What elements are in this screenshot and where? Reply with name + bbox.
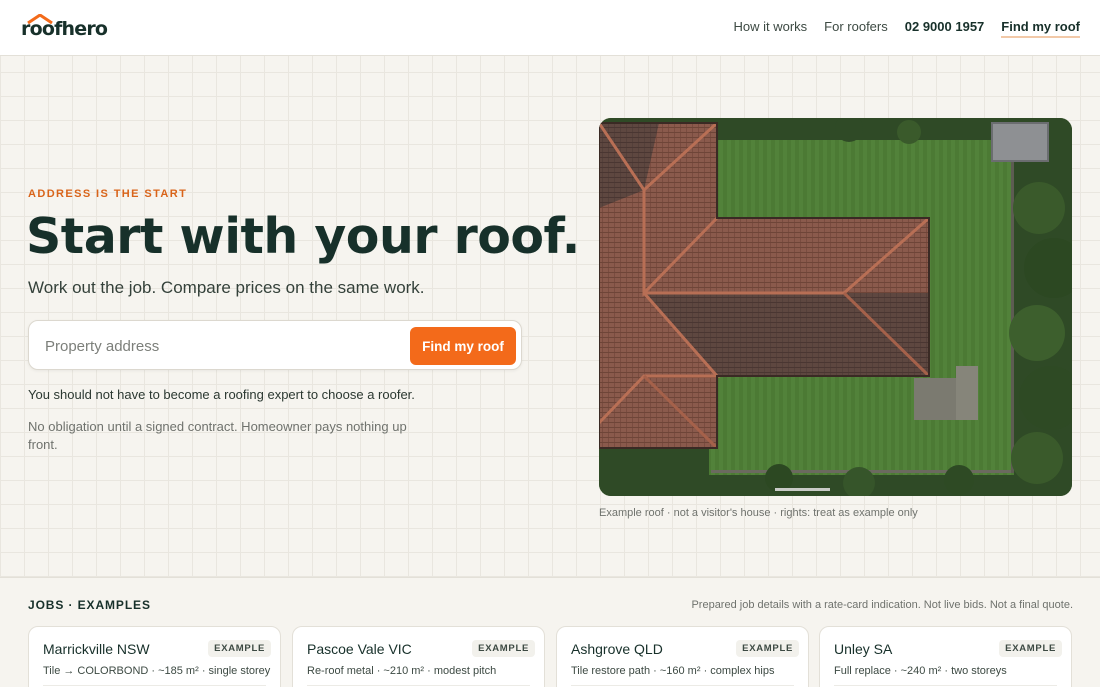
job-detail: Re-roof metal · ~210 m² · modest pitch — [307, 665, 497, 677]
hero-tagline: You should not have to become a roofing … — [28, 387, 415, 402]
job-card-divider — [307, 685, 530, 686]
job-detail: Tile → COLORBOND · ~185 m² · single stor… — [43, 665, 271, 677]
aerial-roof-illustration — [599, 118, 1072, 496]
hero-headline: Start with your roof. — [26, 208, 580, 265]
example-roof-aerial-image — [599, 118, 1072, 496]
roofhero-logo[interactable]: roofhero — [21, 14, 108, 40]
jobs-heading: JOBS · EXAMPLES — [28, 598, 151, 612]
job-card[interactable]: Unley SA EXAMPLE Full replace · ~240 m² … — [819, 626, 1072, 687]
job-detail: Full replace · ~240 m² · two storeys — [834, 665, 1007, 677]
property-address-input[interactable] — [45, 333, 395, 359]
address-search-box: Find my roof — [28, 320, 522, 370]
job-card[interactable]: Marrickville NSW EXAMPLE Tile → COLORBON… — [28, 626, 281, 687]
logo-wordmark: roofhero — [21, 18, 108, 40]
job-card-divider — [571, 685, 794, 686]
job-title: Marrickville NSW — [43, 641, 150, 657]
example-badge: EXAMPLE — [208, 640, 271, 657]
hero-eyebrow: ADDRESS IS THE START — [28, 188, 188, 200]
example-badge: EXAMPLE — [736, 640, 799, 657]
hero-subhead: Work out the job. Compare prices on the … — [28, 278, 425, 297]
job-card-divider — [43, 685, 266, 686]
nav-phone-link[interactable]: 02 9000 1957 — [905, 19, 985, 38]
nav-find-my-roof-link[interactable]: Find my roof — [1001, 19, 1080, 38]
job-title: Pascoe Vale VIC — [307, 641, 412, 657]
job-title: Unley SA — [834, 641, 893, 657]
nav-links: How it works For roofers 02 9000 1957 Fi… — [733, 19, 1080, 38]
find-my-roof-button[interactable]: Find my roof — [410, 327, 516, 365]
jobs-note: Prepared job details with a rate-card in… — [691, 599, 1073, 611]
nav-how-it-works-link[interactable]: How it works — [733, 19, 807, 38]
image-caption: Example roof · not a visitor's house · r… — [599, 507, 918, 519]
example-badge: EXAMPLE — [472, 640, 535, 657]
job-card[interactable]: Ashgrove QLD EXAMPLE Tile restore path ·… — [556, 626, 809, 687]
jobs-examples-section: JOBS · EXAMPLES Prepared job details wit… — [0, 577, 1100, 687]
nav-for-roofers-link[interactable]: For roofers — [824, 19, 888, 38]
top-navbar: roofhero How it works For roofers 02 900… — [0, 0, 1100, 56]
job-detail: Tile restore path · ~160 m² · complex hi… — [571, 665, 775, 677]
hero-disclaimer: No obligation until a signed contract. H… — [28, 419, 407, 452]
job-card-divider — [834, 685, 1057, 686]
job-card[interactable]: Pascoe Vale VIC EXAMPLE Re-roof metal · … — [292, 626, 545, 687]
example-badge: EXAMPLE — [999, 640, 1062, 657]
job-title: Ashgrove QLD — [571, 641, 663, 657]
